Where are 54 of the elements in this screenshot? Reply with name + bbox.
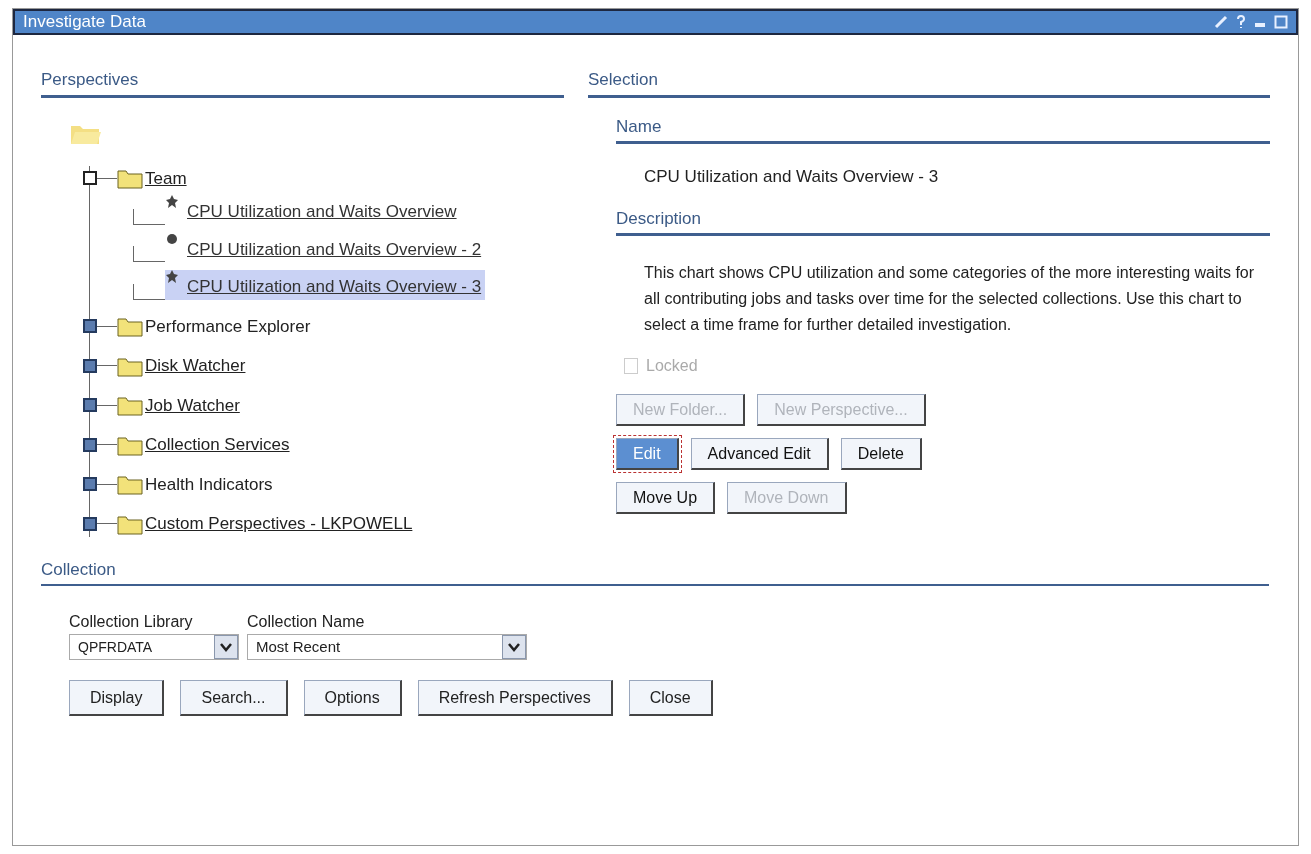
- footer-button[interactable]: Options: [303, 680, 402, 716]
- action-button[interactable]: Advanced Edit: [690, 438, 829, 470]
- expander-icon[interactable]: [83, 171, 97, 186]
- tree-item[interactable]: Custom Perspectives - LKPOWELL: [145, 511, 413, 537]
- dropdown-button[interactable]: [214, 635, 238, 659]
- section-heading: Perspectives: [41, 70, 139, 89]
- help-icon[interactable]: [1236, 15, 1246, 29]
- folder-icon: [117, 167, 143, 190]
- tree-item[interactable]: Job Watcher: [145, 392, 240, 418]
- perspective-description: This chart shows CPU utilization and some categories of the more interesting waits for all contributing jobs and tasks over time for the selected collections. Use this chart to select a time frame for further detailed investigation.: [643, 263, 1256, 335]
- library-select[interactable]: QPFRDATA: [69, 634, 239, 660]
- field-label: Collection Name: [247, 612, 366, 632]
- tree-item[interactable]: Team: [145, 165, 187, 191]
- tree-item[interactable]: Health Indicators: [145, 471, 273, 497]
- dot-icon: [165, 232, 179, 247]
- dropdown-button[interactable]: [502, 635, 526, 659]
- folder-icon: [117, 315, 143, 338]
- section-heading: Name: [616, 116, 662, 136]
- tree-item[interactable]: Disk Watcher: [145, 353, 246, 379]
- footer-button[interactable]: Search...: [180, 680, 288, 716]
- collection-select[interactable]: Most Recent: [247, 634, 527, 660]
- caret-icon: [220, 642, 232, 652]
- expander-icon[interactable]: [83, 477, 97, 492]
- tree-line: [133, 246, 165, 262]
- footer-button[interactable]: Refresh Perspectives: [417, 680, 613, 716]
- tree-item[interactable]: Collection Services: [145, 432, 290, 458]
- tree-item[interactable]: Performance Explorer: [145, 313, 311, 339]
- tree-item[interactable]: CPU Utilization and Waits Overview - 3: [165, 270, 486, 300]
- maximize-icon[interactable]: [1274, 15, 1288, 29]
- edit-icon[interactable]: [1214, 15, 1228, 29]
- tree-line: [133, 208, 165, 225]
- perspective-name: CPU Utilization and Waits Overview - 3: [643, 166, 940, 188]
- caret-icon: [508, 642, 520, 652]
- action-button[interactable]: Move Up: [616, 482, 716, 514]
- footer-button[interactable]: Close: [628, 680, 713, 716]
- tree-item[interactable]: CPU Utilization and Waits Overview: [165, 195, 461, 225]
- expander-icon[interactable]: [83, 516, 97, 531]
- expander-icon[interactable]: [83, 398, 97, 413]
- section-heading: Collection: [41, 559, 116, 579]
- expander-icon[interactable]: [83, 437, 97, 452]
- expander-icon[interactable]: [83, 358, 97, 373]
- folder-icon: [117, 473, 143, 496]
- star-icon: [165, 195, 179, 209]
- field-label: Collection Library: [69, 612, 194, 632]
- section-heading: Selection: [588, 70, 658, 89]
- tree-item[interactable]: CPU Utilization and Waits Overview - 2: [165, 232, 486, 262]
- window-title: Investigate Data: [23, 11, 146, 34]
- section-heading: Description: [616, 208, 702, 228]
- expander-icon[interactable]: [83, 319, 97, 334]
- footer-button[interactable]: Display: [69, 680, 165, 716]
- folder-icon: [117, 394, 143, 417]
- locked-label: Locked: [646, 356, 698, 376]
- action-button[interactable]: Delete: [840, 438, 922, 470]
- star-icon: [165, 270, 179, 284]
